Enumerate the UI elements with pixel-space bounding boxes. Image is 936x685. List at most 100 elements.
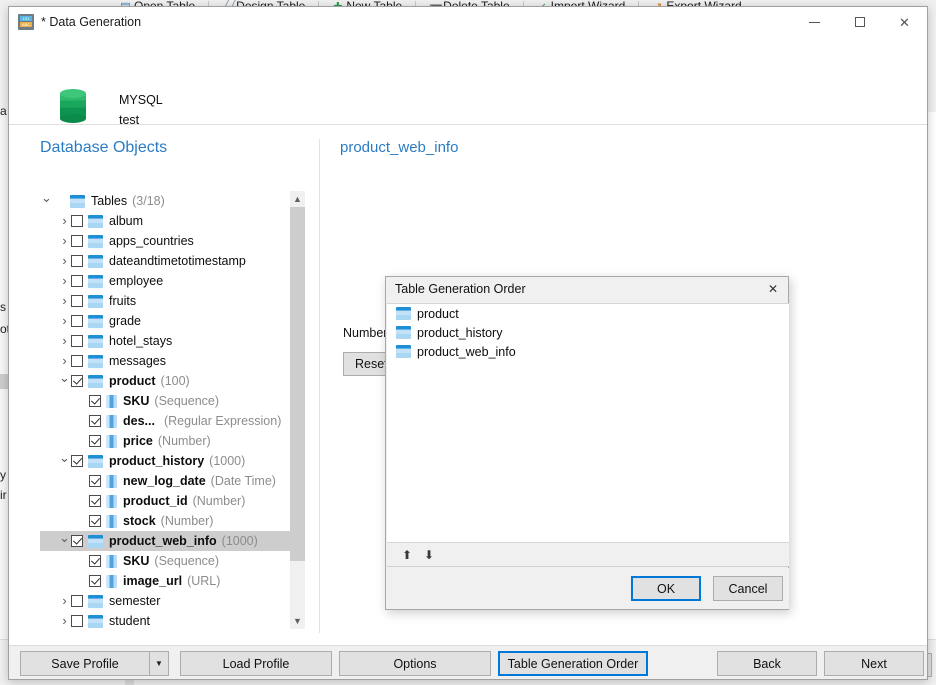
scroll-down-arrow-icon[interactable]: ▼	[290, 613, 305, 629]
tree-item-meta: (Number)	[193, 491, 246, 511]
chevron-right-icon[interactable]	[58, 211, 71, 232]
chevron-right-icon[interactable]	[58, 231, 71, 252]
chevron-right-icon[interactable]	[58, 331, 71, 352]
tree-item-meta: (URL)	[187, 571, 220, 591]
chevron-right-icon[interactable]	[58, 591, 71, 612]
save-profile-button[interactable]: Save Profile	[20, 651, 150, 676]
database-objects-tree[interactable]: Tables(3/18)albumapps_countriesdateandti…	[40, 191, 304, 629]
tree-item-price[interactable]: price(Number)	[40, 431, 290, 451]
title-bar: 101 ABC * Data Generation ✕	[9, 7, 927, 37]
tree-item-sku[interactable]: SKU(Sequence)	[40, 391, 290, 411]
tree-item-checkbox[interactable]	[71, 275, 83, 287]
scroll-up-arrow-icon[interactable]: ▲	[290, 191, 305, 207]
next-button[interactable]: Next	[824, 651, 924, 676]
chevron-right-icon[interactable]	[58, 311, 71, 332]
tree-item-tables[interactable]: Tables(3/18)	[40, 191, 290, 211]
tree-item-checkbox[interactable]	[89, 435, 101, 447]
tree-item-meta: (100)	[161, 371, 190, 391]
tree-item-checkbox[interactable]	[71, 535, 83, 547]
tree-item-grade[interactable]: grade	[40, 311, 290, 331]
tree-item-checkbox[interactable]	[71, 255, 83, 267]
tree-item-meta: (1000)	[209, 451, 245, 471]
tree-item-new-log-date[interactable]: new_log_date(Date Time)	[40, 471, 290, 491]
tree-item-stock[interactable]: stock(Number)	[40, 511, 290, 531]
tree-item-product-web-info[interactable]: product_web_info(1000)	[40, 531, 290, 551]
tree-item-meta: (Number)	[161, 511, 214, 531]
tree-item-checkbox[interactable]	[71, 235, 83, 247]
tree-item-checkbox[interactable]	[89, 515, 101, 527]
tree-item-label: product	[109, 371, 156, 391]
tree-item-student[interactable]: student	[40, 611, 290, 629]
tree-item-album[interactable]: album	[40, 211, 290, 231]
table-icon	[88, 355, 103, 368]
column-icon	[106, 495, 117, 508]
connection-type-label: MYSQL	[119, 93, 163, 107]
tree-item-hotel-stays[interactable]: hotel_stays	[40, 331, 290, 351]
options-button[interactable]: Options	[339, 651, 491, 676]
save-profile-dropdown-icon[interactable]: ▼	[150, 651, 169, 676]
tree-item-product-history[interactable]: product_history(1000)	[40, 451, 290, 471]
table-icon	[88, 315, 103, 328]
tree-item-checkbox[interactable]	[71, 295, 83, 307]
move-down-arrow-icon[interactable]: ⬇	[418, 545, 440, 565]
table-order-list-item[interactable]: product	[387, 304, 789, 323]
chevron-down-icon[interactable]	[58, 451, 71, 472]
table-icon	[88, 535, 103, 548]
minimize-button[interactable]	[792, 7, 837, 37]
tree-item-checkbox[interactable]	[71, 615, 83, 627]
icon-row-1-label: 101	[20, 16, 32, 21]
tree-item-meta: (1000)	[222, 531, 258, 551]
tree-item-checkbox[interactable]	[89, 475, 101, 487]
tree-item-checkbox[interactable]	[71, 375, 83, 387]
move-up-arrow-icon[interactable]: ⬆	[396, 545, 418, 565]
chevron-right-icon[interactable]	[58, 271, 71, 292]
tree-item-fruits[interactable]: fruits	[40, 291, 290, 311]
tree-item-label: SKU	[123, 391, 149, 411]
scrollbar-thumb[interactable]	[290, 207, 305, 561]
tree-item-dateandtimetotimestamp[interactable]: dateandtimetotimestamp	[40, 251, 290, 271]
table-generation-order-button[interactable]: Table Generation Order	[498, 651, 648, 676]
tree-item-meta: (Number)	[158, 431, 211, 451]
tree-item-checkbox[interactable]	[89, 555, 101, 567]
tree-item-checkbox[interactable]	[71, 315, 83, 327]
tree-item-checkbox[interactable]	[89, 575, 101, 587]
tree-item-apps-countries[interactable]: apps_countries	[40, 231, 290, 251]
tree-item-des-[interactable]: des...(Regular Expression)	[40, 411, 290, 431]
back-button[interactable]: Back	[717, 651, 817, 676]
tree-item-image-url[interactable]: image_url(URL)	[40, 571, 290, 591]
tree-item-checkbox[interactable]	[89, 415, 101, 427]
tree-item-checkbox[interactable]	[71, 595, 83, 607]
chevron-right-icon[interactable]	[58, 611, 71, 630]
tree-item-product[interactable]: product(100)	[40, 371, 290, 391]
maximize-button[interactable]	[837, 7, 882, 37]
tree-item-checkbox[interactable]	[89, 495, 101, 507]
chevron-right-icon[interactable]	[58, 351, 71, 372]
close-button[interactable]: ✕	[882, 7, 927, 37]
tree-item-employee[interactable]: employee	[40, 271, 290, 291]
tree-item-checkbox[interactable]	[71, 455, 83, 467]
chevron-right-icon[interactable]	[58, 291, 71, 312]
chevron-down-icon[interactable]	[40, 191, 53, 212]
icon-row-2-label: ABC	[20, 22, 32, 27]
data-generation-icon: 101 ABC	[18, 14, 34, 30]
dialog-ok-button[interactable]: OK	[631, 576, 701, 601]
tree-item-checkbox[interactable]	[71, 335, 83, 347]
load-profile-button[interactable]: Load Profile	[180, 651, 332, 676]
table-order-list[interactable]: productproduct_historyproduct_web_info	[387, 303, 789, 543]
chevron-down-icon[interactable]	[58, 531, 71, 552]
table-order-list-item[interactable]: product_web_info	[387, 342, 789, 361]
dialog-close-icon[interactable]: ✕	[762, 279, 784, 299]
dialog-cancel-button[interactable]: Cancel	[713, 576, 783, 601]
tree-item-semester[interactable]: semester	[40, 591, 290, 611]
tree-item-checkbox[interactable]	[89, 395, 101, 407]
tree-scrollbar[interactable]: ▲ ▼	[290, 191, 305, 629]
tree-item-messages[interactable]: messages	[40, 351, 290, 371]
tree-item-label: album	[109, 211, 143, 231]
table-order-list-item[interactable]: product_history	[387, 323, 789, 342]
tree-item-product-id[interactable]: product_id(Number)	[40, 491, 290, 511]
tree-item-sku[interactable]: SKU(Sequence)	[40, 551, 290, 571]
chevron-right-icon[interactable]	[58, 251, 71, 272]
tree-item-checkbox[interactable]	[71, 355, 83, 367]
tree-item-checkbox[interactable]	[71, 215, 83, 227]
chevron-down-icon[interactable]	[58, 371, 71, 392]
